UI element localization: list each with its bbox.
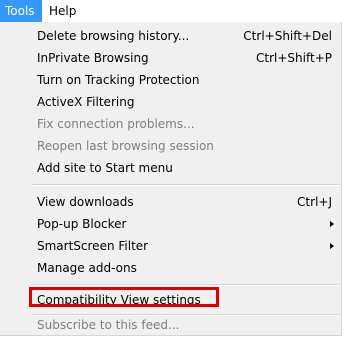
menu-item-label: Reopen last browsing session	[37, 139, 214, 153]
menu-separator	[31, 184, 339, 186]
menu-item-popup-blocker[interactable]: Pop-up Blocker	[0, 213, 340, 235]
menu-item-label: Compatibility View settings	[37, 293, 201, 307]
menu-tools[interactable]: Tools	[0, 0, 42, 22]
menu-item-label: Turn on Tracking Protection	[37, 73, 200, 87]
menu-item-label: ActiveX Filtering	[37, 95, 135, 109]
menu-item-label: Delete browsing history...	[37, 29, 190, 43]
menu-item-label: Fix connection problems...	[37, 117, 195, 131]
menu-item-tracking-protection[interactable]: Turn on Tracking Protection	[0, 69, 340, 91]
menu-item-label: Pop-up Blocker	[37, 217, 127, 231]
menu-item-shortcut: Ctrl+J	[297, 195, 332, 209]
menu-separator	[31, 284, 339, 286]
submenu-arrow-icon	[330, 243, 334, 249]
menu-item-label: InPrivate Browsing	[37, 51, 149, 65]
menu-item-label: View downloads	[37, 195, 134, 209]
menu-item-label: Subscribe to this feed...	[37, 318, 180, 332]
menu-item-compatibility-view-settings[interactable]: Compatibility View settings	[0, 289, 340, 311]
menu-item-reopen-last-session: Reopen last browsing session	[0, 135, 340, 157]
menu-item-label: Add site to Start menu	[37, 161, 173, 175]
screenshot-root: Tools Help Delete browsing history... Ct…	[0, 0, 344, 337]
menu-item-activex-filtering[interactable]: ActiveX Filtering	[0, 91, 340, 113]
menu-item-label: SmartScreen Filter	[37, 239, 149, 253]
menu-item-inprivate-browsing[interactable]: InPrivate Browsing Ctrl+Shift+P	[0, 47, 340, 69]
menu-bar: Tools Help	[0, 0, 344, 22]
menu-item-delete-browsing-history[interactable]: Delete browsing history... Ctrl+Shift+De…	[0, 25, 340, 47]
menu-item-shortcut: Ctrl+Shift+P	[256, 51, 332, 65]
menu-item-add-site-to-start[interactable]: Add site to Start menu	[0, 157, 340, 179]
menu-item-manage-add-ons[interactable]: Manage add-ons	[0, 257, 340, 279]
menu-item-label: Manage add-ons	[37, 261, 137, 275]
menu-item-smartscreen-filter[interactable]: SmartScreen Filter	[0, 235, 340, 257]
menu-help[interactable]: Help	[44, 0, 81, 22]
menu-item-fix-connection-problems: Fix connection problems...	[0, 113, 340, 135]
menu-item-subscribe-to-feed: Subscribe to this feed...	[0, 314, 340, 336]
menu-item-shortcut: Ctrl+Shift+Del	[243, 29, 332, 43]
submenu-arrow-icon	[330, 221, 334, 227]
tools-dropdown-menu: Delete browsing history... Ctrl+Shift+De…	[0, 22, 342, 336]
menu-item-view-downloads[interactable]: View downloads Ctrl+J	[0, 191, 340, 213]
